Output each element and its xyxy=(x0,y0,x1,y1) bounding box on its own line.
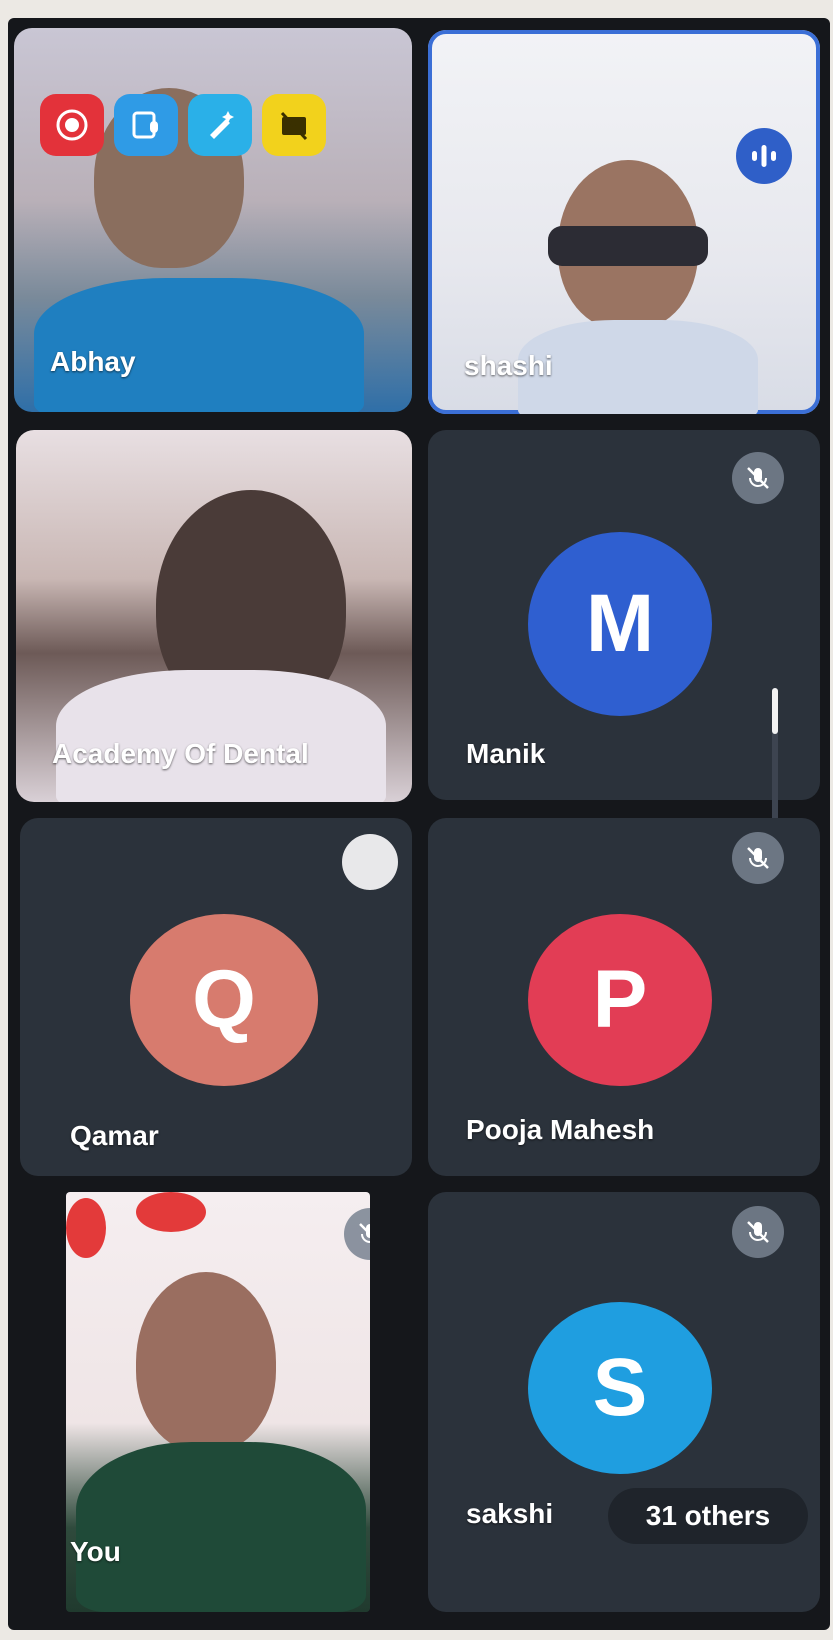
participant-name: Pooja Mahesh xyxy=(466,1114,655,1145)
participant-name: Manik xyxy=(466,738,546,769)
background-decoration xyxy=(136,1192,206,1232)
participant-tile-shashi[interactable]: shashi xyxy=(428,30,820,414)
participant-name: sakshi xyxy=(466,1498,554,1529)
participant-tile-sakshi[interactable]: S sakshi xyxy=(428,1192,820,1612)
transcript-icon[interactable] xyxy=(114,94,178,156)
participant-video-body xyxy=(56,670,386,802)
participant-tile-academy-of-dental[interactable]: Academy Of Dental xyxy=(16,430,412,802)
participant-video-body xyxy=(76,1442,366,1612)
mic-off-icon xyxy=(732,1206,784,1258)
avatar: S xyxy=(528,1302,712,1474)
participant-video xyxy=(136,1272,276,1452)
mic-off-icon xyxy=(732,452,784,504)
avatar: Q xyxy=(130,914,318,1086)
background-decoration xyxy=(66,1198,106,1258)
speaking-indicator-icon xyxy=(736,128,792,184)
scrollbar-thumb[interactable] xyxy=(772,688,778,734)
others-button[interactable]: 31 others xyxy=(608,1488,808,1544)
participant-name: shashi xyxy=(464,350,553,381)
participant-video-body xyxy=(34,278,364,412)
participant-name: Qamar xyxy=(70,1120,159,1151)
participant-name: Abhay xyxy=(50,346,136,377)
participant-video-body xyxy=(518,320,758,414)
participant-tile-qamar[interactable]: Q Qamar xyxy=(20,818,412,1176)
participant-name: You xyxy=(70,1536,121,1567)
camera-off-icon[interactable] xyxy=(262,94,326,156)
avatar: M xyxy=(528,532,712,716)
pen-sparkle-icon[interactable] xyxy=(188,94,252,156)
participant-name: Academy Of Dental xyxy=(52,738,309,769)
participant-tile-pooja-mahesh[interactable]: P Pooja Mahesh xyxy=(428,818,820,1176)
avatar: P xyxy=(528,914,712,1086)
participant-tile-you[interactable]: You xyxy=(66,1192,370,1612)
mic-off-icon xyxy=(732,832,784,884)
host-toolbar xyxy=(40,94,326,156)
mic-off-icon xyxy=(344,1208,370,1260)
record-icon[interactable] xyxy=(40,94,104,156)
participant-tile-manik[interactable]: M Manik xyxy=(428,430,820,800)
headphones-icon xyxy=(548,226,708,266)
participant-tile-abhay[interactable]: Abhay xyxy=(14,28,412,412)
status-dot-icon xyxy=(342,834,398,890)
meeting-grid: Abhay shashi Academy Of Dental M Manik Q… xyxy=(8,18,830,1630)
